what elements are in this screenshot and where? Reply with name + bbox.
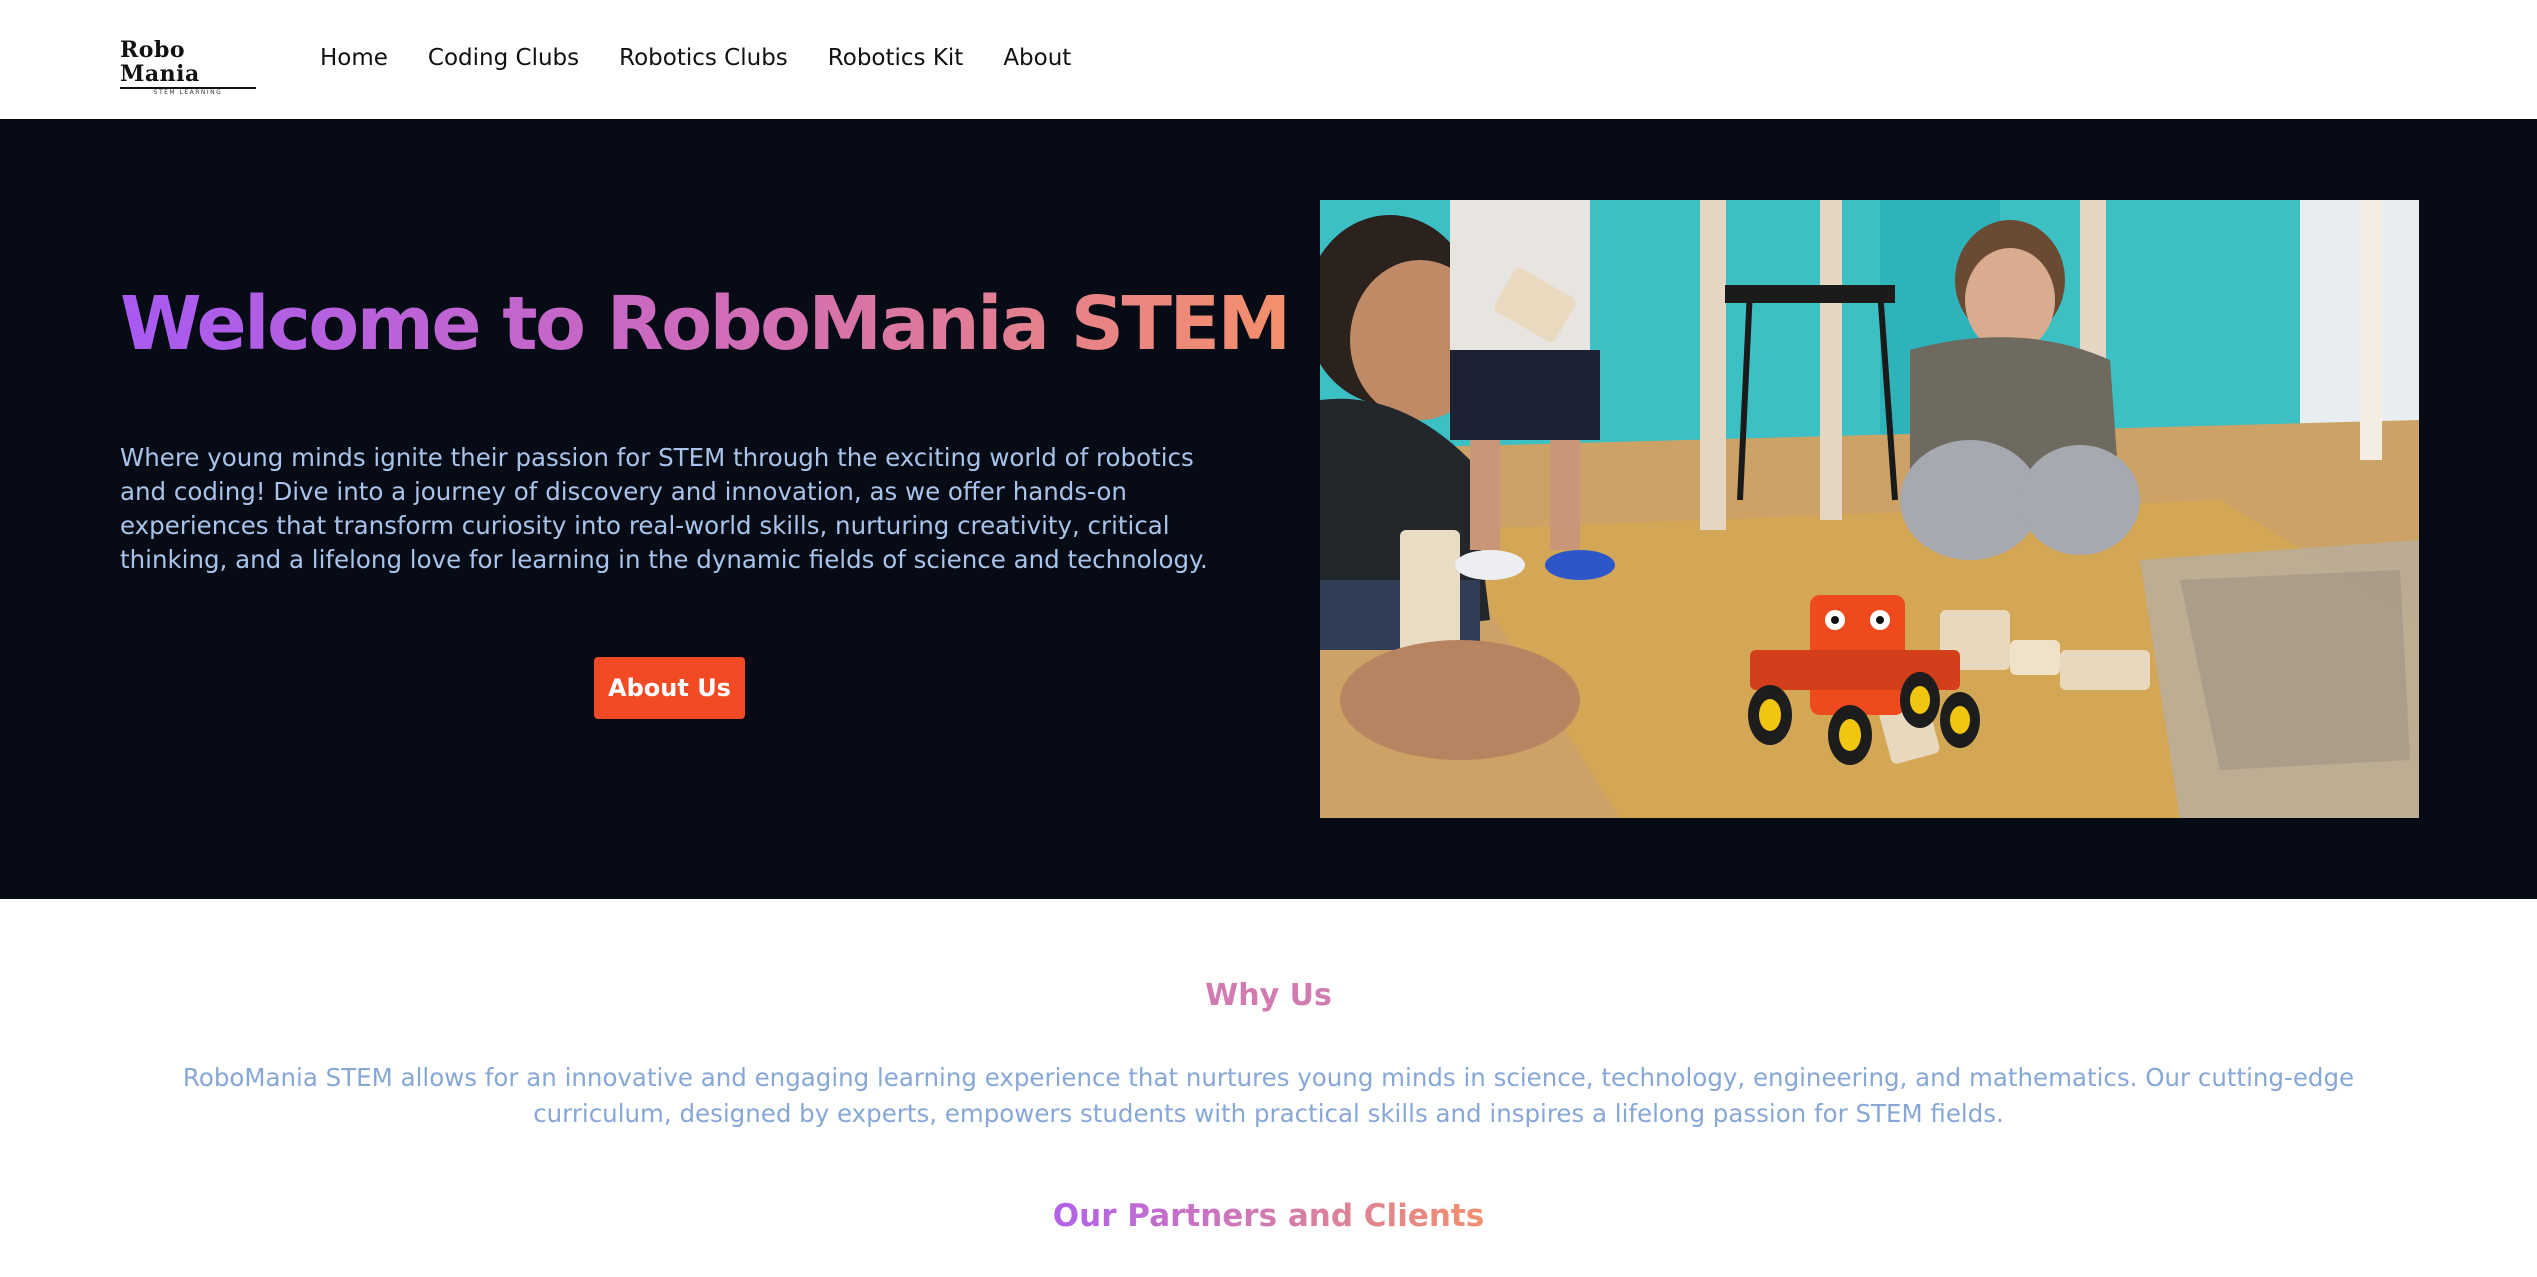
top-navigation: Robo Mania STEM LEARNING Home Coding Clu… bbox=[0, 0, 2537, 119]
partners-heading: Our Partners and Clients bbox=[0, 1196, 2537, 1236]
hero-description: Where young minds ignite their passion f… bbox=[120, 443, 1208, 574]
nav-item-home[interactable]: Home bbox=[320, 42, 388, 74]
hero-title: Welcome to RoboMania STEM bbox=[120, 281, 1291, 367]
nav-item-robotics-kit[interactable]: Robotics Kit bbox=[828, 42, 964, 74]
site-logo[interactable]: Robo Mania STEM LEARNING bbox=[120, 38, 260, 96]
nav-item-robotics-clubs[interactable]: Robotics Clubs bbox=[619, 42, 788, 74]
main-menu: Home Coding Clubs Robotics Clubs Robotic… bbox=[320, 42, 1111, 74]
why-us-text: RoboMania STEM allows for an innovative … bbox=[182, 1063, 2355, 1128]
hero-photo-kids-robot bbox=[1320, 200, 2419, 818]
nav-item-coding-clubs[interactable]: Coding Clubs bbox=[428, 42, 579, 74]
logo-text: Robo Mania bbox=[120, 37, 200, 87]
hero-section: Welcome to RoboMania STEM Where young mi… bbox=[0, 119, 2537, 899]
nav-item-about[interactable]: About bbox=[1003, 42, 1071, 74]
logo-tagline: STEM LEARNING bbox=[153, 89, 223, 96]
partners-heading-text: Our Partners and Clients bbox=[1052, 1198, 1485, 1234]
why-us-heading: Why Us bbox=[1205, 978, 1332, 1013]
about-us-button[interactable]: About Us bbox=[594, 657, 745, 719]
